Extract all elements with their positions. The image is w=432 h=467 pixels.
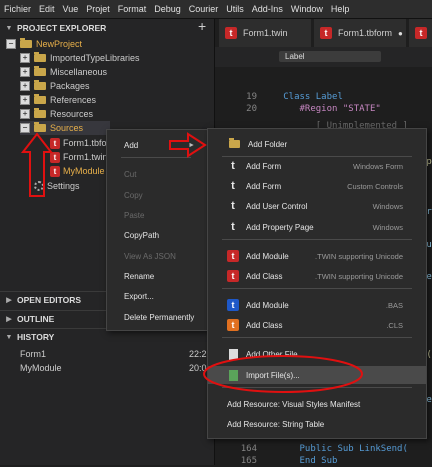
annotation-up-arrow (20, 132, 54, 197)
annotation-right-arrow (169, 132, 207, 158)
annotation-ellipse (203, 355, 363, 393)
annotation-overlay (20, 132, 363, 393)
